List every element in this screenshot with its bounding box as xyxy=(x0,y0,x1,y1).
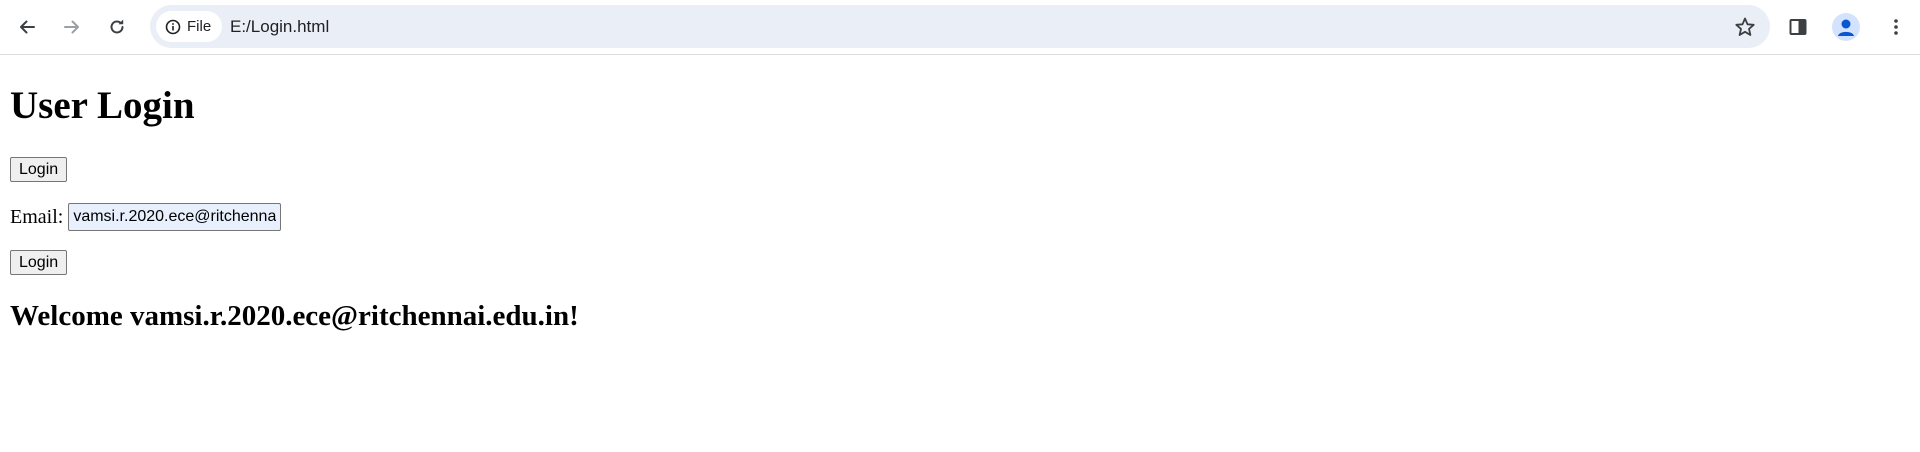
more-vert-icon xyxy=(1894,19,1898,35)
address-bar[interactable]: File E:/Login.html xyxy=(150,5,1770,48)
profile-icon xyxy=(1838,19,1854,36)
info-icon xyxy=(165,19,181,34)
reload-icon xyxy=(110,19,124,34)
back-arrow-icon xyxy=(20,20,35,34)
page-title: User Login xyxy=(10,84,195,127)
side-panel-button[interactable] xyxy=(1782,11,1814,43)
bookmark-button[interactable] xyxy=(1729,11,1760,42)
browser-menu-button[interactable] xyxy=(1880,11,1912,43)
email-field[interactable] xyxy=(68,203,282,231)
forward-arrow-icon xyxy=(64,20,79,34)
browser-toolbar: File E:/Login.html xyxy=(0,0,1920,55)
site-chip-label: File xyxy=(187,18,212,35)
site-info-chip[interactable]: File xyxy=(156,11,223,42)
welcome-message: Welcome vamsi.r.2020.ece@ritchennai.edu.… xyxy=(10,300,579,332)
profile-button[interactable] xyxy=(1832,13,1860,41)
star-icon xyxy=(1734,17,1755,36)
login-button-top[interactable]: Login xyxy=(10,157,68,182)
forward-button[interactable] xyxy=(53,8,91,46)
side-panel-icon xyxy=(1789,19,1807,35)
back-button[interactable] xyxy=(8,8,46,46)
reload-button[interactable] xyxy=(98,8,136,46)
url-text[interactable]: E:/Login.html xyxy=(230,17,329,37)
email-row: Email: xyxy=(10,203,282,231)
page-content: User Login Login Email: Login Welcome va… xyxy=(0,56,1920,452)
email-label: Email: xyxy=(10,206,64,228)
login-button-bottom[interactable]: Login xyxy=(10,250,68,275)
